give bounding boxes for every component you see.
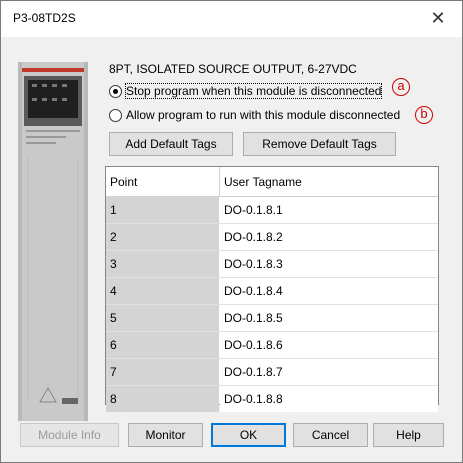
tagname-cell[interactable]: DO-0.1.8.6 [220,332,438,358]
close-icon[interactable]: ✕ [420,3,456,33]
cancel-button[interactable]: Cancel [293,423,368,447]
allow-program-option[interactable]: Allow program to run with this module di… [109,106,400,124]
point-cell: 8 [106,386,219,412]
table-row[interactable]: 8 DO-0.1.8.8 [106,386,438,413]
table-row[interactable]: 3 DO-0.1.8.3 [106,251,438,278]
point-cell: 3 [106,251,219,277]
stop-program-radio[interactable] [109,84,122,98]
table-row[interactable]: 1 DO-0.1.8.1 [106,197,438,224]
module-config-dialog: P3-08TD2S ✕ 8PT, ISOLATED SOURCE OUTPUT,… [0,0,463,463]
stop-program-label[interactable]: Stop program when this module is disconn… [124,83,383,99]
window-title: P3-08TD2S [13,11,76,25]
module-image [18,62,88,421]
tag-table: Point User Tagname 1 DO-0.1.8.1 2 DO-0.1… [105,166,439,412]
tagname-cell[interactable]: DO-0.1.8.5 [220,305,438,331]
tagname-cell[interactable]: DO-0.1.8.4 [220,278,438,304]
monitor-button[interactable]: Monitor [128,423,203,447]
point-cell: 5 [106,305,219,331]
table-header: Point User Tagname [106,167,438,197]
ok-button[interactable]: OK [211,423,286,447]
remove-default-tags-button[interactable]: Remove Default Tags [243,132,396,156]
help-button[interactable]: Help [373,423,444,447]
add-default-tags-button[interactable]: Add Default Tags [109,132,233,156]
table-row[interactable]: 2 DO-0.1.8.2 [106,224,438,251]
table-row[interactable]: 6 DO-0.1.8.6 [106,332,438,359]
table-row[interactable]: 5 DO-0.1.8.5 [106,305,438,332]
tagname-cell[interactable]: DO-0.1.8.7 [220,359,438,385]
module-info-button[interactable]: Module Info [20,423,119,447]
module-description: 8PT, ISOLATED SOURCE OUTPUT, 6-27VDC [109,62,357,76]
allow-program-label[interactable]: Allow program to run with this module di… [126,108,400,122]
point-cell: 7 [106,359,219,385]
tagname-cell[interactable]: DO-0.1.8.3 [220,251,438,277]
tagname-cell[interactable]: DO-0.1.8.2 [220,224,438,250]
annotation-b-marker: b [415,106,433,124]
allow-program-radio[interactable] [109,108,122,122]
tagname-cell[interactable]: DO-0.1.8.8 [220,386,438,412]
column-header-user-tagname[interactable]: User Tagname [220,167,438,197]
point-cell: 6 [106,332,219,358]
annotation-a-marker: a [392,78,410,96]
point-cell: 4 [106,278,219,304]
column-header-point[interactable]: Point [106,167,219,197]
point-cell: 1 [106,197,219,223]
point-cell: 2 [106,224,219,250]
title-bar: P3-08TD2S ✕ [1,1,462,37]
table-row[interactable]: 4 DO-0.1.8.4 [106,278,438,305]
stop-program-option[interactable]: Stop program when this module is disconn… [109,82,383,100]
table-row[interactable]: 7 DO-0.1.8.7 [106,359,438,386]
tagname-cell[interactable]: DO-0.1.8.1 [220,197,438,223]
